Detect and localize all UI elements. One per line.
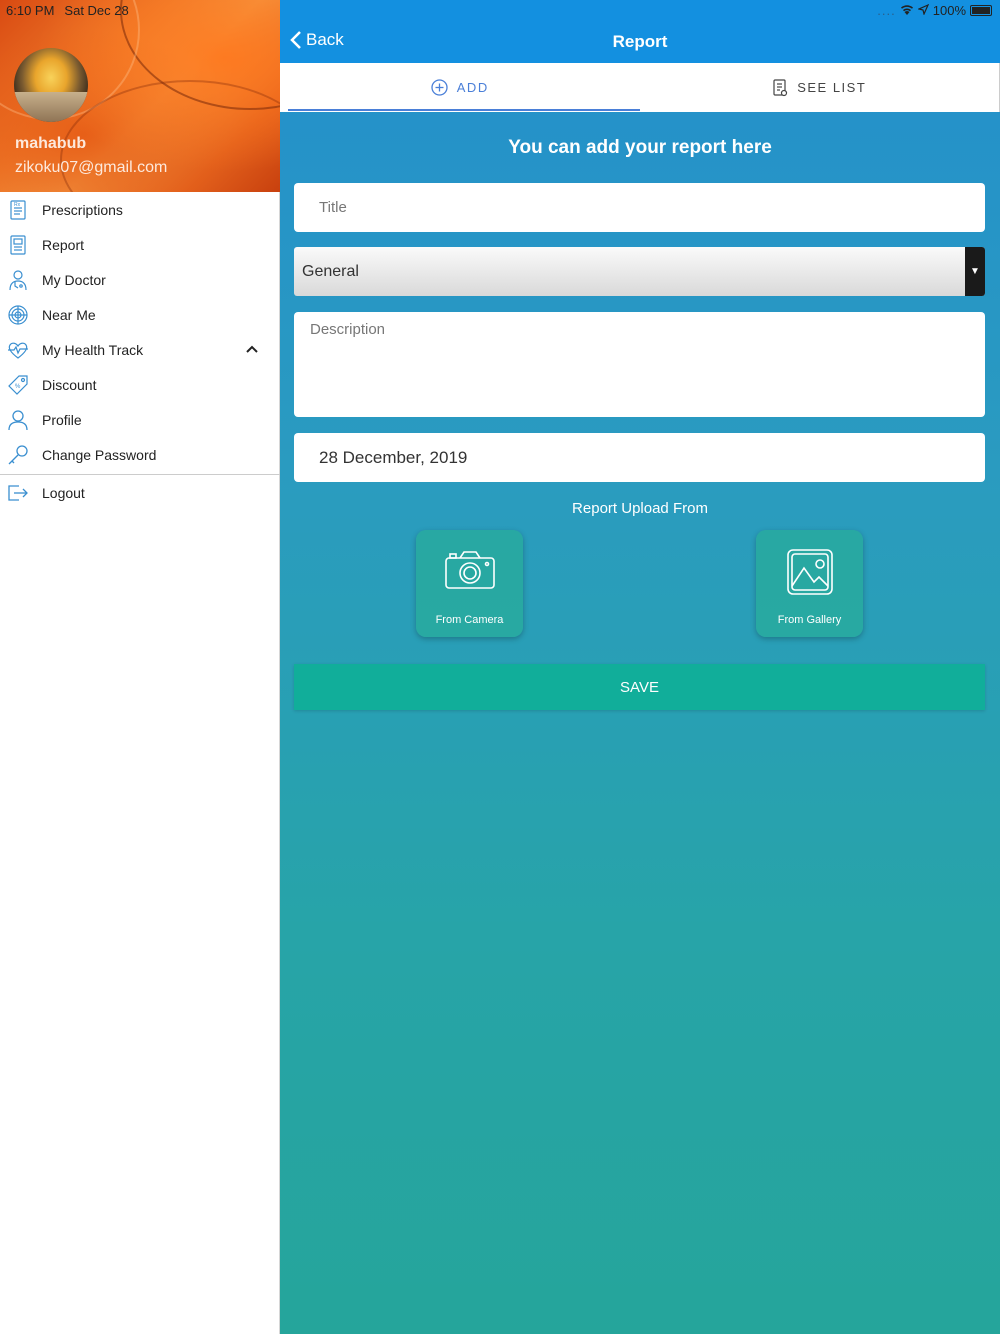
category-value: General [302,262,359,280]
avatar[interactable] [14,48,88,122]
from-gallery-button[interactable]: From Gallery [756,530,863,637]
description-input[interactable] [294,312,985,417]
date-value: 28 December, 2019 [319,447,468,467]
menu-item-change-password[interactable]: Change Password [0,437,280,472]
menu-label: My Doctor [42,271,106,288]
tag-icon: % [6,373,30,397]
form-headline: You can add your report here [508,137,772,158]
logout-label: Logout [42,485,85,501]
title-field[interactable] [294,183,985,232]
svg-text:Rx: Rx [14,202,21,208]
person-icon [6,408,30,432]
status-time: 6:10 PM [6,3,55,18]
gallery-icon [784,548,836,595]
user-name: mahabub [15,135,87,152]
date-picker-field[interactable]: 28 December, 2019 [294,433,985,482]
location-icon [916,3,929,18]
radar-icon [6,303,30,327]
battery-icon [970,5,992,16]
menu-item-discount[interactable]: % Discount [0,367,280,402]
svg-text:%: % [15,384,21,390]
camera-label: From Camera [435,614,504,626]
menu-item-report[interactable]: Report [0,227,280,262]
menu-label: Change Password [42,446,157,463]
key-icon [6,443,30,467]
category-select[interactable]: General ▼ [294,247,985,296]
tab-label: SEE LIST [797,80,867,95]
prescription-icon: Rx [6,198,30,222]
menu-label: Near Me [42,306,96,323]
plus-circle-icon [431,79,448,96]
description-field[interactable] [294,312,985,417]
title-input[interactable] [294,183,985,232]
menu-item-near-me[interactable]: Near Me [0,297,280,332]
menu-label: Report [42,236,85,253]
nav-bar: .... 100% Back Report [280,0,1000,63]
doctor-icon [6,268,30,292]
side-menu: Rx Prescriptions Report My Doctor Near M… [0,192,280,511]
menu-item-logout[interactable]: Logout [0,475,280,511]
report-icon [6,233,30,257]
status-date: Sat Dec 28 [64,3,129,18]
menu-item-prescriptions[interactable]: Rx Prescriptions [0,192,280,227]
heartbeat-icon [6,338,30,362]
list-document-icon [773,78,788,96]
upload-label: Report Upload From [572,500,708,517]
menu-item-my-health-track[interactable]: My Health Track [0,332,280,367]
wifi-icon [900,3,914,18]
tab-add[interactable]: ADD [280,63,640,112]
from-camera-button[interactable]: From Camera [416,530,523,637]
profile-header: 6:10 PM Sat Dec 28 mahabub zikoku07@gmail… [0,0,280,192]
menu-label: Discount [42,376,97,393]
user-email: zikoku07@gmail.com [15,159,168,176]
menu-label: My Health Track [42,341,144,358]
signal-dots: .... [877,3,896,18]
menu-item-my-doctor[interactable]: My Doctor [0,262,280,297]
report-screen: .... 100% Back Report ADD SEE LIST You c… [280,0,1000,1334]
tab-see-list[interactable]: SEE LIST [640,63,1000,112]
battery-percent: 100% [932,3,966,18]
page-title: Report [612,32,668,51]
status-bar-left: 6:10 PM Sat Dec 28 [6,3,139,18]
save-button[interactable]: SAVE [294,664,985,710]
menu-item-profile[interactable]: Profile [0,402,280,437]
menu-label: Prescriptions [42,201,123,218]
menu-label: Profile [42,411,82,428]
tab-label: ADD [456,80,489,95]
side-drawer: 6:10 PM Sat Dec 28 mahabub zikoku07@gmail… [0,0,280,1334]
dropdown-arrow-icon[interactable]: ▼ [965,247,985,296]
gallery-label: From Gallery [777,614,842,626]
logout-icon [6,481,30,505]
status-bar-right: .... 100% [877,3,992,18]
tab-bar: ADD SEE LIST [280,63,1000,112]
camera-icon [444,548,496,594]
chevron-up-icon[interactable] [244,341,260,357]
